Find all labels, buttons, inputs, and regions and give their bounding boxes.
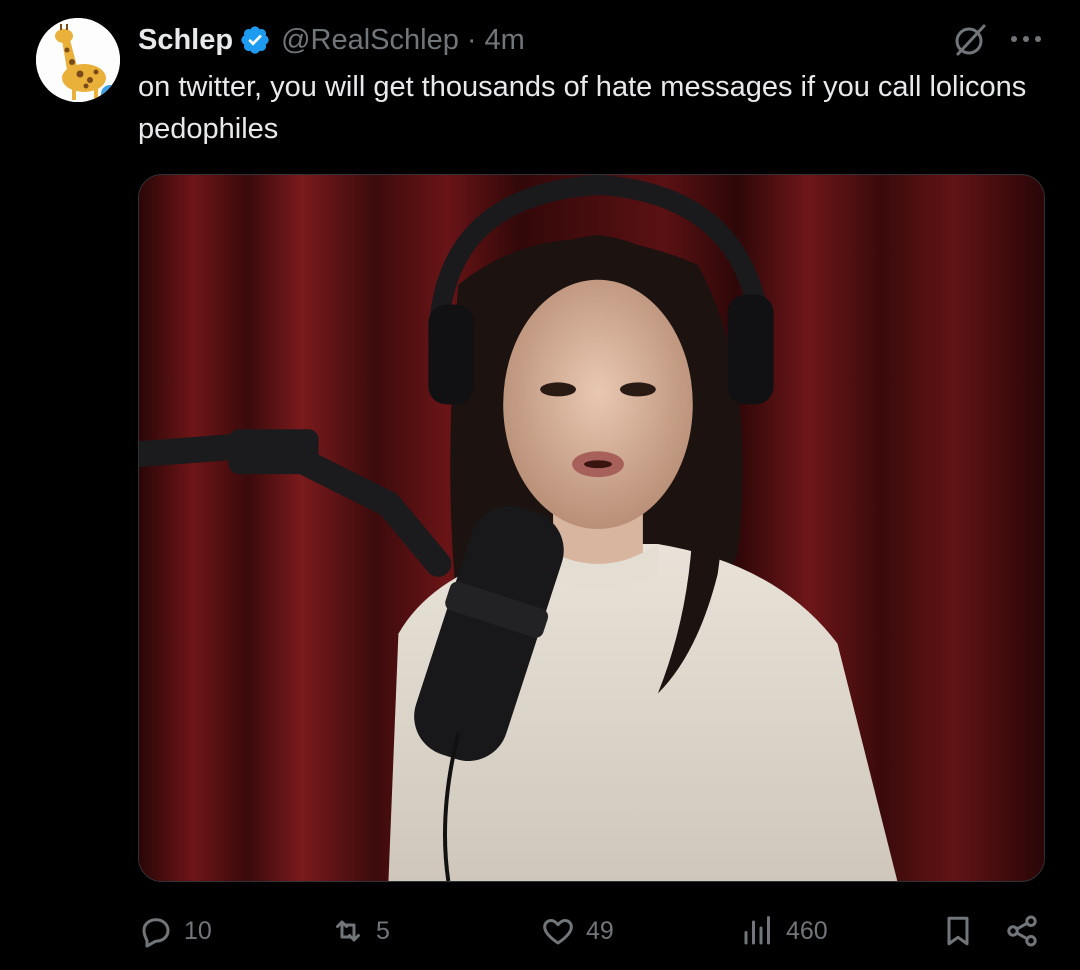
grok-icon[interactable]: [950, 20, 990, 60]
verified-badge-icon: [239, 24, 271, 56]
reply-button[interactable]: 10: [138, 906, 212, 956]
handle[interactable]: @RealSchlep: [281, 24, 459, 57]
action-bar: 10 5 49 460: [0, 906, 1080, 956]
repost-icon: [336, 920, 360, 942]
giraffe-avatar-icon: [36, 18, 120, 102]
tweet-header: Schlep @RealSchlep · 4m: [138, 20, 525, 60]
display-name[interactable]: Schlep: [138, 24, 233, 57]
views-button[interactable]: 460: [740, 906, 828, 956]
like-button[interactable]: 49: [540, 906, 614, 956]
reply-count: 10: [184, 916, 212, 945]
reply-icon: [142, 918, 170, 948]
share-icon: [1007, 915, 1037, 947]
analytics-icon: [744, 916, 770, 945]
podcast-photo: [139, 175, 1044, 881]
more-options-icon[interactable]: [1006, 24, 1046, 54]
tweet-media[interactable]: [138, 174, 1045, 882]
separator-dot: ·: [466, 23, 477, 56]
timestamp[interactable]: 4m: [485, 24, 525, 57]
tweet[interactable]: Schlep @RealSchlep · 4m on twitter, you …: [0, 0, 1080, 970]
tweet-text: on twitter, you will get thousands of ha…: [138, 71, 1027, 145]
bookmark-button[interactable]: [940, 906, 976, 956]
share-button[interactable]: [1004, 906, 1040, 956]
bookmark-icon: [947, 916, 969, 946]
avatar[interactable]: [36, 18, 120, 102]
view-count: 460: [786, 916, 828, 945]
repost-button[interactable]: 5: [330, 906, 390, 956]
heart-icon: [543, 919, 573, 945]
repost-count: 5: [376, 916, 390, 945]
like-count: 49: [586, 916, 614, 945]
